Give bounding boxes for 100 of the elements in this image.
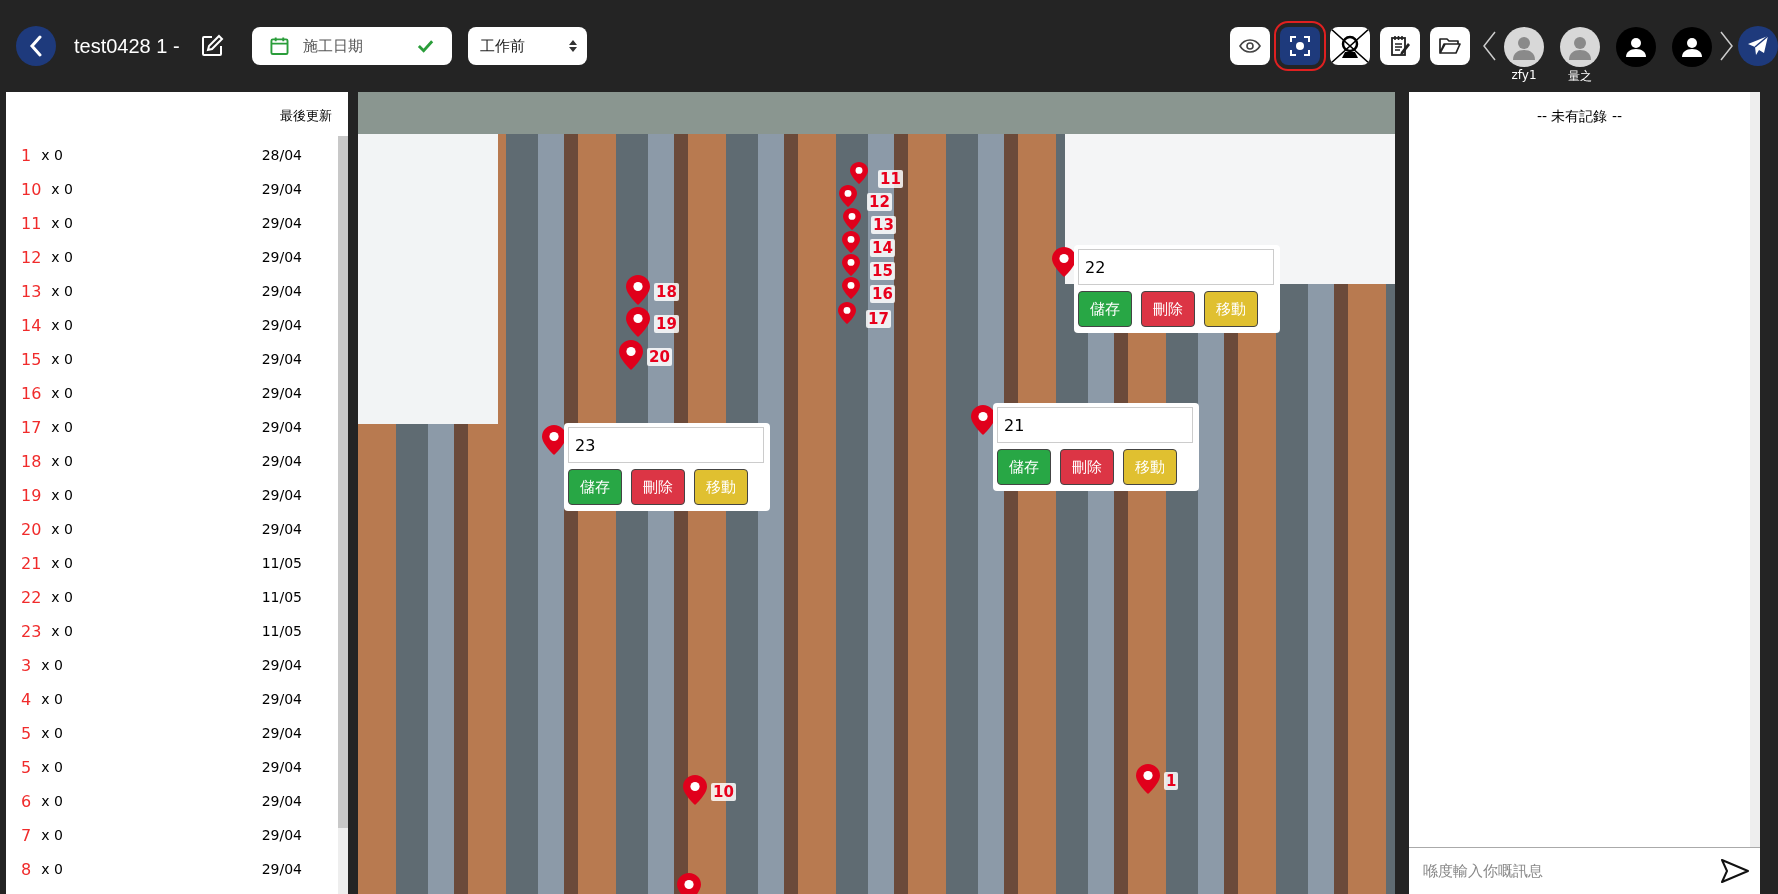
pin-label: 11	[878, 170, 903, 188]
update-date: 29/04	[261, 215, 302, 231]
marker-count: x 0	[51, 385, 74, 401]
user-avatar[interactable]	[1504, 27, 1544, 67]
update-date: 29/04	[261, 249, 302, 265]
folder-tool-button[interactable]	[1430, 27, 1470, 65]
map-pin-icon[interactable]	[842, 231, 860, 253]
map-pin-icon[interactable]	[839, 185, 857, 207]
marker-count: x 0	[41, 725, 64, 741]
map-pin-icon[interactable]	[842, 277, 860, 299]
map-pin-icon[interactable]	[619, 340, 643, 370]
marker-label[interactable]: 5	[21, 757, 32, 777]
delete-button[interactable]: 刪除	[631, 469, 685, 505]
notes-tool-button[interactable]	[1380, 27, 1420, 65]
marker-label[interactable]: 15	[21, 349, 42, 369]
update-date: 29/04	[261, 351, 302, 367]
marker-label[interactable]: 14	[21, 315, 42, 335]
marker-label[interactable]: 18	[21, 451, 42, 471]
user-avatar[interactable]	[1560, 27, 1600, 67]
map-pin-icon[interactable]	[683, 775, 707, 805]
update-date: 29/04	[261, 793, 302, 809]
marker-label[interactable]: 6	[21, 791, 32, 811]
pin-label: 10	[711, 783, 736, 801]
date-input[interactable]: 施工日期	[300, 36, 405, 56]
date-field[interactable]: 施工日期	[251, 27, 452, 65]
update-date: 29/04	[261, 317, 302, 333]
update-date: 11/05	[261, 589, 302, 605]
marker-count: x 0	[51, 521, 74, 537]
marker-count: x 0	[51, 249, 74, 265]
marker-label[interactable]: 21	[21, 553, 42, 573]
pin-label: 19	[654, 315, 679, 333]
marker-count: x 0	[51, 453, 74, 469]
update-date: 29/04	[261, 283, 302, 299]
user-avatar[interactable]	[1616, 27, 1656, 67]
back-button[interactable]	[16, 26, 56, 66]
send-message-button[interactable]	[1720, 858, 1750, 884]
update-date: 29/04	[261, 827, 302, 843]
update-date: 29/04	[261, 691, 302, 707]
edit-icon[interactable]	[199, 34, 224, 58]
pin-label: 18	[654, 283, 679, 301]
marker-label[interactable]: 13	[21, 281, 42, 301]
empty-message: -- 未有記錄 --	[1536, 108, 1623, 126]
delete-button[interactable]: 刪除	[1060, 449, 1114, 485]
marker-count: x 0	[41, 793, 64, 809]
marker-label[interactable]: 7	[21, 825, 32, 845]
paper-plane-icon	[1747, 35, 1769, 57]
camera-off-tool-button[interactable]	[1330, 27, 1370, 65]
view-tool-button[interactable]	[1230, 27, 1270, 65]
marker-count: x 0	[51, 317, 74, 333]
capture-icon	[1289, 35, 1311, 57]
pin-name-input[interactable]: 21	[997, 407, 1193, 443]
marker-label[interactable]: 22	[21, 587, 42, 607]
marker-count: x 0	[41, 691, 64, 707]
marker-label[interactable]: 23	[21, 621, 42, 641]
user-avatar[interactable]	[1672, 27, 1712, 67]
save-button[interactable]: 儲存	[568, 469, 622, 505]
message-input[interactable]: 喺度輸入你嘅訊息	[1409, 847, 1760, 894]
chevron-left-icon[interactable]	[1482, 31, 1496, 61]
column-header: 最後更新	[280, 107, 332, 125]
marker-label[interactable]: 8	[21, 859, 32, 879]
map-pin-icon[interactable]	[838, 302, 856, 324]
save-button[interactable]: 儲存	[997, 449, 1051, 485]
pin-name-input[interactable]: 22	[1078, 249, 1274, 285]
map-pin-icon[interactable]	[1136, 764, 1160, 794]
map-pin-icon[interactable]	[843, 208, 861, 230]
marker-count: x 0	[51, 215, 74, 231]
update-date: 29/04	[261, 453, 302, 469]
update-date: 29/04	[261, 657, 302, 673]
marker-label[interactable]: 11	[21, 213, 42, 233]
pin-label: 1	[1164, 772, 1179, 790]
map-pin-icon[interactable]	[850, 162, 868, 184]
marker-label[interactable]: 17	[21, 417, 42, 437]
scrollbar[interactable]	[338, 136, 348, 894]
pin-name-input[interactable]: 23	[568, 427, 764, 463]
marker-count: x 0	[41, 861, 64, 877]
marker-label[interactable]: 1	[21, 145, 32, 165]
map-pin-icon[interactable]	[626, 307, 650, 337]
marker-label[interactable]: 20	[21, 519, 42, 539]
update-date: 29/04	[261, 725, 302, 741]
folder-icon	[1439, 37, 1461, 55]
update-date: 29/04	[261, 759, 302, 775]
marker-label[interactable]: 19	[21, 485, 42, 505]
map-pin-icon[interactable]	[842, 254, 860, 276]
pin-label: 13	[871, 216, 896, 234]
marker-label[interactable]: 16	[21, 383, 42, 403]
map-pin-icon[interactable]	[677, 873, 701, 894]
marker-label[interactable]: 5	[21, 723, 32, 743]
map-pin-icon[interactable]	[626, 275, 650, 305]
marker-count: x 0	[51, 555, 74, 571]
marker-count: x 0	[51, 181, 74, 197]
chevron-right-icon[interactable]	[1720, 31, 1734, 61]
update-date: 29/04	[261, 487, 302, 503]
marker-label[interactable]: 12	[21, 247, 42, 267]
send-button[interactable]	[1738, 26, 1778, 66]
marker-label[interactable]: 10	[21, 179, 42, 199]
save-button[interactable]: 儲存	[1078, 291, 1132, 327]
stage-select[interactable]: 工作前	[467, 27, 587, 65]
marker-label[interactable]: 3	[21, 655, 32, 675]
marker-label[interactable]: 4	[21, 689, 32, 709]
delete-button[interactable]: 刪除	[1141, 291, 1195, 327]
